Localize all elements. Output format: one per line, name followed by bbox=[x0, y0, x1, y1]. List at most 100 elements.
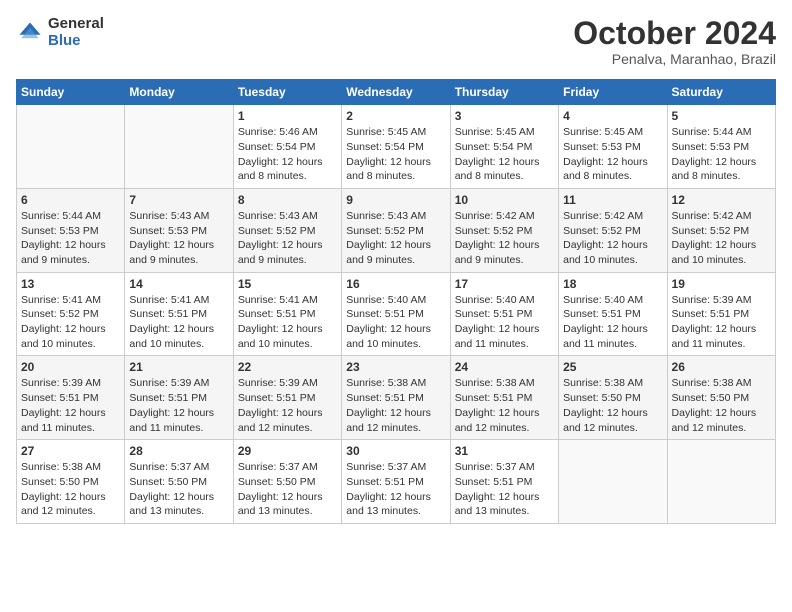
month-title: October 2024 bbox=[573, 16, 776, 51]
calendar-cell: 16 Sunrise: 5:40 AM Sunset: 5:51 PM Dayli… bbox=[342, 272, 450, 356]
day-number: 1 bbox=[238, 109, 337, 123]
day-number: 5 bbox=[672, 109, 771, 123]
day-info: Sunrise: 5:37 AM Sunset: 5:50 PM Dayligh… bbox=[129, 460, 228, 519]
calendar-cell: 10Sunrise: 5:42 AM Sunset: 5:52 PM Dayli… bbox=[450, 188, 558, 272]
day-info: Sunrise: 5:37 AM Sunset: 5:51 PM Dayligh… bbox=[455, 460, 554, 519]
calendar-cell bbox=[559, 440, 667, 524]
col-saturday: Saturday bbox=[667, 80, 775, 105]
calendar-cell: 18 Sunrise: 5:40 AM Sunset: 5:51 PM Dayli… bbox=[559, 272, 667, 356]
calendar-cell: 3 Sunrise: 5:45 AM Sunset: 5:54 PM Daylig… bbox=[450, 105, 558, 189]
calendar-cell: 26 Sunrise: 5:38 AM Sunset: 5:50 PM Dayli… bbox=[667, 356, 775, 440]
col-monday: Monday bbox=[125, 80, 233, 105]
day-number: 22 bbox=[238, 360, 337, 374]
logo-blue-text: Blue bbox=[48, 33, 104, 50]
calendar-cell: 17 Sunrise: 5:40 AM Sunset: 5:51 PM Dayli… bbox=[450, 272, 558, 356]
day-number: 2 bbox=[346, 109, 445, 123]
day-info: Sunrise: 5:41 AM Sunset: 5:51 PM Dayligh… bbox=[129, 293, 228, 352]
calendar-cell: 11Sunrise: 5:42 AM Sunset: 5:52 PM Dayli… bbox=[559, 188, 667, 272]
calendar-week-row: 6 Sunrise: 5:44 AM Sunset: 5:53 PM Daylig… bbox=[17, 188, 776, 272]
page-header: General Blue October 2024 Penalva, Maran… bbox=[16, 16, 776, 67]
day-number: 28 bbox=[129, 444, 228, 458]
day-number: 9 bbox=[346, 193, 445, 207]
calendar-cell: 6 Sunrise: 5:44 AM Sunset: 5:53 PM Daylig… bbox=[17, 188, 125, 272]
day-number: 8 bbox=[238, 193, 337, 207]
calendar-cell: 9 Sunrise: 5:43 AM Sunset: 5:52 PM Daylig… bbox=[342, 188, 450, 272]
calendar-cell: 1Sunrise: 5:46 AM Sunset: 5:54 PM Daylig… bbox=[233, 105, 341, 189]
day-info: Sunrise: 5:38 AM Sunset: 5:51 PM Dayligh… bbox=[455, 376, 554, 435]
day-info: Sunrise: 5:40 AM Sunset: 5:51 PM Dayligh… bbox=[563, 293, 662, 352]
calendar-cell: 20Sunrise: 5:39 AM Sunset: 5:51 PM Dayli… bbox=[17, 356, 125, 440]
location: Penalva, Maranhao, Brazil bbox=[573, 51, 776, 67]
calendar-cell: 21 Sunrise: 5:39 AM Sunset: 5:51 PM Dayli… bbox=[125, 356, 233, 440]
day-number: 21 bbox=[129, 360, 228, 374]
calendar-week-row: 1Sunrise: 5:46 AM Sunset: 5:54 PM Daylig… bbox=[17, 105, 776, 189]
calendar-cell: 27Sunrise: 5:38 AM Sunset: 5:50 PM Dayli… bbox=[17, 440, 125, 524]
logo-general-text: General bbox=[48, 16, 104, 33]
calendar-cell: 15Sunrise: 5:41 AM Sunset: 5:51 PM Dayli… bbox=[233, 272, 341, 356]
day-info: Sunrise: 5:45 AM Sunset: 5:54 PM Dayligh… bbox=[346, 125, 445, 184]
calendar-cell bbox=[17, 105, 125, 189]
day-info: Sunrise: 5:39 AM Sunset: 5:51 PM Dayligh… bbox=[672, 293, 771, 352]
calendar-cell: 8 Sunrise: 5:43 AM Sunset: 5:52 PM Daylig… bbox=[233, 188, 341, 272]
calendar-cell: 13Sunrise: 5:41 AM Sunset: 5:52 PM Dayli… bbox=[17, 272, 125, 356]
day-info: Sunrise: 5:42 AM Sunset: 5:52 PM Dayligh… bbox=[563, 209, 662, 268]
day-number: 3 bbox=[455, 109, 554, 123]
day-info: Sunrise: 5:43 AM Sunset: 5:52 PM Dayligh… bbox=[346, 209, 445, 268]
calendar-cell: 22 Sunrise: 5:39 AM Sunset: 5:51 PM Dayli… bbox=[233, 356, 341, 440]
day-info: Sunrise: 5:37 AM Sunset: 5:50 PM Dayligh… bbox=[238, 460, 337, 519]
day-number: 16 bbox=[346, 277, 445, 291]
calendar-cell: 23Sunrise: 5:38 AM Sunset: 5:51 PM Dayli… bbox=[342, 356, 450, 440]
calendar-cell: 31 Sunrise: 5:37 AM Sunset: 5:51 PM Dayli… bbox=[450, 440, 558, 524]
col-thursday: Thursday bbox=[450, 80, 558, 105]
day-info: Sunrise: 5:45 AM Sunset: 5:53 PM Dayligh… bbox=[563, 125, 662, 184]
day-info: Sunrise: 5:44 AM Sunset: 5:53 PM Dayligh… bbox=[672, 125, 771, 184]
calendar-body: 1Sunrise: 5:46 AM Sunset: 5:54 PM Daylig… bbox=[17, 105, 776, 524]
day-number: 6 bbox=[21, 193, 120, 207]
col-friday: Friday bbox=[559, 80, 667, 105]
day-info: Sunrise: 5:38 AM Sunset: 5:50 PM Dayligh… bbox=[672, 376, 771, 435]
day-info: Sunrise: 5:38 AM Sunset: 5:50 PM Dayligh… bbox=[21, 460, 120, 519]
calendar-cell: 5 Sunrise: 5:44 AM Sunset: 5:53 PM Daylig… bbox=[667, 105, 775, 189]
day-number: 31 bbox=[455, 444, 554, 458]
day-number: 19 bbox=[672, 277, 771, 291]
day-number: 14 bbox=[129, 277, 228, 291]
calendar-cell: 19 Sunrise: 5:39 AM Sunset: 5:51 PM Dayli… bbox=[667, 272, 775, 356]
col-tuesday: Tuesday bbox=[233, 80, 341, 105]
logo-icon bbox=[16, 19, 44, 47]
day-info: Sunrise: 5:45 AM Sunset: 5:54 PM Dayligh… bbox=[455, 125, 554, 184]
day-info: Sunrise: 5:42 AM Sunset: 5:52 PM Dayligh… bbox=[672, 209, 771, 268]
calendar-cell: 29 Sunrise: 5:37 AM Sunset: 5:50 PM Dayli… bbox=[233, 440, 341, 524]
day-number: 18 bbox=[563, 277, 662, 291]
calendar-cell: 30 Sunrise: 5:37 AM Sunset: 5:51 PM Dayli… bbox=[342, 440, 450, 524]
day-info: Sunrise: 5:43 AM Sunset: 5:53 PM Dayligh… bbox=[129, 209, 228, 268]
calendar-cell: 25Sunrise: 5:38 AM Sunset: 5:50 PM Dayli… bbox=[559, 356, 667, 440]
day-number: 13 bbox=[21, 277, 120, 291]
day-number: 30 bbox=[346, 444, 445, 458]
logo: General Blue bbox=[16, 16, 104, 49]
day-number: 20 bbox=[21, 360, 120, 374]
day-info: Sunrise: 5:43 AM Sunset: 5:52 PM Dayligh… bbox=[238, 209, 337, 268]
day-number: 10 bbox=[455, 193, 554, 207]
day-info: Sunrise: 5:41 AM Sunset: 5:51 PM Dayligh… bbox=[238, 293, 337, 352]
day-number: 29 bbox=[238, 444, 337, 458]
calendar-cell: 14 Sunrise: 5:41 AM Sunset: 5:51 PM Dayli… bbox=[125, 272, 233, 356]
day-info: Sunrise: 5:39 AM Sunset: 5:51 PM Dayligh… bbox=[129, 376, 228, 435]
calendar-week-row: 13Sunrise: 5:41 AM Sunset: 5:52 PM Dayli… bbox=[17, 272, 776, 356]
day-info: Sunrise: 5:40 AM Sunset: 5:51 PM Dayligh… bbox=[455, 293, 554, 352]
day-number: 26 bbox=[672, 360, 771, 374]
calendar-cell: 28 Sunrise: 5:37 AM Sunset: 5:50 PM Dayli… bbox=[125, 440, 233, 524]
header-row: Sunday Monday Tuesday Wednesday Thursday… bbox=[17, 80, 776, 105]
title-block: October 2024 Penalva, Maranhao, Brazil bbox=[573, 16, 776, 67]
calendar-table: Sunday Monday Tuesday Wednesday Thursday… bbox=[16, 79, 776, 524]
day-number: 17 bbox=[455, 277, 554, 291]
calendar-cell bbox=[667, 440, 775, 524]
col-wednesday: Wednesday bbox=[342, 80, 450, 105]
day-info: Sunrise: 5:40 AM Sunset: 5:51 PM Dayligh… bbox=[346, 293, 445, 352]
calendar-cell: 4Sunrise: 5:45 AM Sunset: 5:53 PM Daylig… bbox=[559, 105, 667, 189]
calendar-week-row: 27Sunrise: 5:38 AM Sunset: 5:50 PM Dayli… bbox=[17, 440, 776, 524]
day-number: 24 bbox=[455, 360, 554, 374]
day-info: Sunrise: 5:44 AM Sunset: 5:53 PM Dayligh… bbox=[21, 209, 120, 268]
calendar-header: Sunday Monday Tuesday Wednesday Thursday… bbox=[17, 80, 776, 105]
day-info: Sunrise: 5:39 AM Sunset: 5:51 PM Dayligh… bbox=[238, 376, 337, 435]
day-info: Sunrise: 5:37 AM Sunset: 5:51 PM Dayligh… bbox=[346, 460, 445, 519]
